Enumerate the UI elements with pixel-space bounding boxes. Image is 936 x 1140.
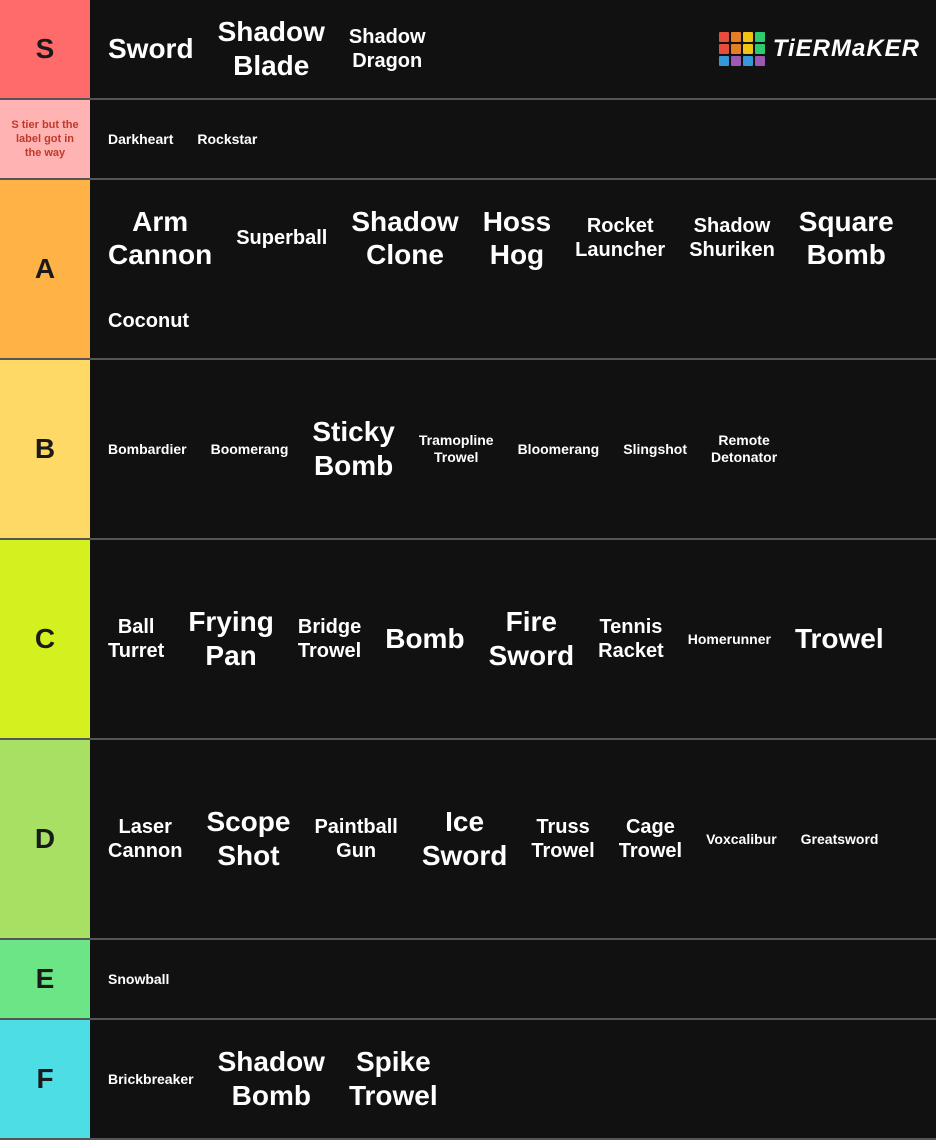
item-rockstar[interactable]: Rockstar <box>187 125 267 154</box>
item-fire-sword[interactable]: FireSword <box>479 599 585 678</box>
tier-content-f: Brickbreaker ShadowBomb SpikeTrowel <box>90 1020 936 1138</box>
tier-list: S Sword ShadowBlade ShadowDragon <box>0 0 936 1140</box>
item-homerunner[interactable]: Homerunner <box>678 625 781 654</box>
tier-label-s: S <box>0 0 90 98</box>
tier-content-e: Snowball <box>90 940 936 1018</box>
item-shadow-shuriken[interactable]: ShadowShuriken <box>679 208 785 268</box>
tier-row-d: D LaserCannon ScopeShot PaintballGun Ice… <box>0 740 936 940</box>
item-trowel[interactable]: Trowel <box>785 616 894 662</box>
item-tennis-racket[interactable]: TennisRacket <box>588 609 674 669</box>
item-scope-shot[interactable]: ScopeShot <box>196 799 300 878</box>
tier-row-f: F Brickbreaker ShadowBomb SpikeTrowel <box>0 1020 936 1140</box>
item-hoss-hog[interactable]: HossHog <box>473 199 561 278</box>
item-truss-trowel[interactable]: TrussTrowel <box>521 809 604 869</box>
item-coconut[interactable]: Coconut <box>98 303 199 339</box>
tier-label-f: F <box>0 1020 90 1138</box>
item-rocket-launcher[interactable]: RocketLauncher <box>565 208 675 268</box>
tier-label-e: E <box>0 940 90 1018</box>
item-spike-trowel[interactable]: SpikeTrowel <box>339 1039 448 1118</box>
tier-label-s-note: S tier but the label got in the way <box>0 100 90 178</box>
item-shadow-clone[interactable]: ShadowClone <box>341 199 468 278</box>
item-greatsword[interactable]: Greatsword <box>791 825 889 854</box>
item-paintball-gun[interactable]: PaintballGun <box>304 809 407 869</box>
tier-row-b: B Bombardier Boomerang StickyBomb Tramop… <box>0 360 936 540</box>
tiermaker-text: TiERMaKER <box>773 35 920 63</box>
tier-row-e: E Snowball <box>0 940 936 1020</box>
item-boomerang[interactable]: Boomerang <box>201 435 299 464</box>
tier-label-b: B <box>0 360 90 538</box>
item-bridge-trowel[interactable]: BridgeTrowel <box>288 609 371 669</box>
tier-content-a: ArmCannon Superball ShadowClone HossHog … <box>90 180 936 358</box>
tier-row-s: S Sword ShadowBlade ShadowDragon <box>0 0 936 100</box>
logo-grid <box>719 32 765 66</box>
tier-row-a: A ArmCannon Superball ShadowClone HossHo… <box>0 180 936 360</box>
item-shadow-dragon[interactable]: ShadowDragon <box>339 19 436 79</box>
item-bomb[interactable]: Bomb <box>375 616 474 662</box>
item-voxcalibur[interactable]: Voxcalibur <box>696 825 787 854</box>
item-brickbreaker[interactable]: Brickbreaker <box>98 1065 204 1094</box>
item-darkheart[interactable]: Darkheart <box>98 125 183 154</box>
tier-content-c: BallTurret FryingPan BridgeTrowel Bomb F… <box>90 540 936 738</box>
item-bombardier[interactable]: Bombardier <box>98 435 197 464</box>
item-cage-trowel[interactable]: CageTrowel <box>609 809 692 869</box>
item-sword[interactable]: Sword <box>98 26 204 72</box>
tier-label-c: C <box>0 540 90 738</box>
tier-content-d: LaserCannon ScopeShot PaintballGun IceSw… <box>90 740 936 938</box>
item-square-bomb[interactable]: SquareBomb <box>789 199 904 278</box>
tier-label-a: A <box>0 180 90 358</box>
item-superball[interactable]: Superball <box>226 220 337 256</box>
item-tramopline-trowel[interactable]: TramoplineTrowel <box>409 426 504 472</box>
tier-content-s: Sword ShadowBlade ShadowDragon <box>90 0 936 98</box>
tier-content-b: Bombardier Boomerang StickyBomb Tramopli… <box>90 360 936 538</box>
item-sticky-bomb[interactable]: StickyBomb <box>302 409 405 488</box>
item-laser-cannon[interactable]: LaserCannon <box>98 809 192 869</box>
item-snowball[interactable]: Snowball <box>98 965 179 994</box>
item-remote-detonator[interactable]: RemoteDetonator <box>701 426 787 472</box>
tier-label-d: D <box>0 740 90 938</box>
tier-row-s-note: S tier but the label got in the way Dark… <box>0 100 936 180</box>
item-bloomerang[interactable]: Bloomerang <box>508 435 610 464</box>
tier-content-s-note: Darkheart Rockstar <box>90 100 936 178</box>
item-ice-sword[interactable]: IceSword <box>412 799 518 878</box>
tiermaker-logo: TiERMaKER <box>711 24 928 74</box>
item-frying-pan[interactable]: FryingPan <box>178 599 284 678</box>
tier-row-c: C BallTurret FryingPan BridgeTrowel Bomb… <box>0 540 936 740</box>
item-slingshot[interactable]: Slingshot <box>613 435 697 464</box>
item-shadow-blade[interactable]: ShadowBlade <box>208 9 335 88</box>
item-arm-cannon[interactable]: ArmCannon <box>98 199 222 278</box>
item-shadow-bomb[interactable]: ShadowBomb <box>208 1039 335 1118</box>
item-ball-turret[interactable]: BallTurret <box>98 609 174 669</box>
